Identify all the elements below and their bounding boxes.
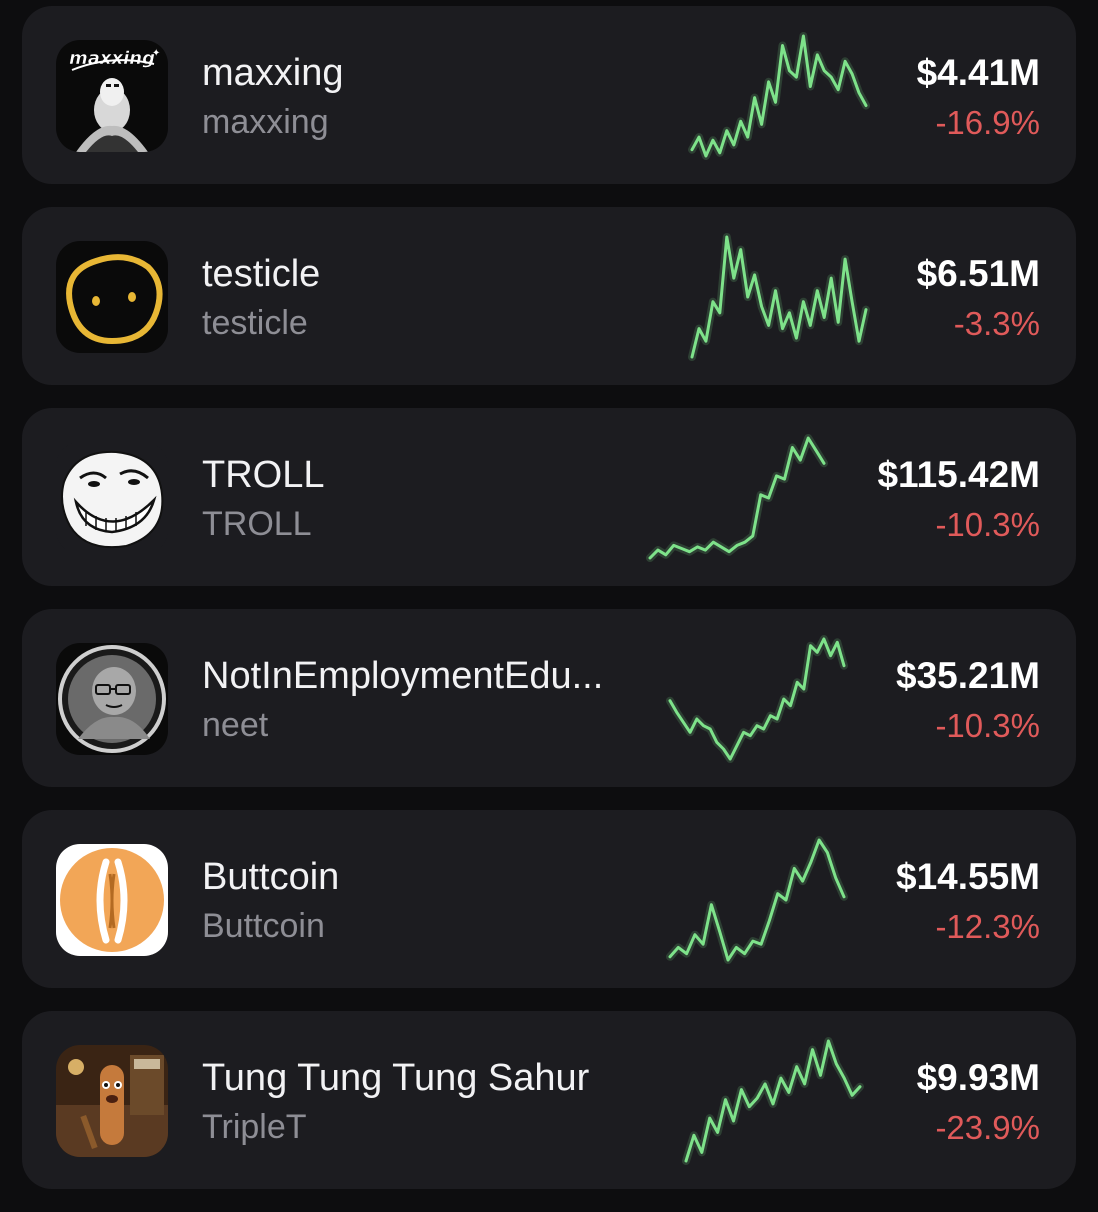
- price-sparkline: [684, 229, 874, 365]
- token-name: Tung Tung Tung Sahur: [202, 1057, 590, 1099]
- market-cap: $115.42M: [877, 454, 1040, 495]
- price-change: -12.3%: [935, 908, 1040, 945]
- token-row-troll[interactable]: TROLL TROLL $115.42M -10.3%: [22, 408, 1076, 586]
- token-name: Buttcoin: [202, 856, 340, 898]
- potato-face-icon: [56, 241, 168, 353]
- price-change: -23.9%: [935, 1109, 1040, 1146]
- price-change: -10.3%: [935, 506, 1040, 543]
- token-name: testicle: [202, 253, 321, 295]
- market-cap: $9.93M: [916, 1057, 1040, 1098]
- token-row-neet[interactable]: NotInEmploymentEdu... neet $35.21M -10.3…: [22, 609, 1076, 787]
- price-sparkline: [662, 631, 852, 767]
- market-cap: $6.51M: [916, 253, 1040, 294]
- token-ticker: maxxing: [202, 103, 329, 141]
- token-name: maxxing: [202, 52, 344, 94]
- maxxing-logo-icon: maxxing ✦: [56, 40, 168, 152]
- sparkline-line: [668, 637, 846, 761]
- token-name: TROLL: [202, 454, 325, 496]
- sparkline-line: [684, 1039, 862, 1163]
- price-sparkline: [662, 832, 852, 968]
- price-sparkline: [642, 430, 832, 566]
- troll-face-icon: [56, 442, 168, 554]
- token-row-maxxing[interactable]: maxxing ✦ maxxing maxxing $4.41M -16.9%: [22, 6, 1076, 184]
- price-change: -16.9%: [935, 104, 1040, 141]
- bald-man-avatar-icon: [56, 643, 168, 755]
- market-cap: $14.55M: [896, 856, 1040, 897]
- token-list: maxxing ✦ maxxing maxxing $4.41M -16.9% …: [22, 6, 1076, 1212]
- token-row-testicle[interactable]: testicle testicle $6.51M -3.3%: [22, 207, 1076, 385]
- token-name: NotInEmploymentEdu...: [202, 655, 604, 697]
- buttcoin-logo-icon: [56, 844, 168, 956]
- market-cap: $35.21M: [896, 655, 1040, 696]
- svg-text:✦: ✦: [152, 48, 160, 59]
- tung-tung-character-icon: [56, 1045, 168, 1157]
- sparkline-glow: [688, 32, 870, 160]
- price-change: -3.3%: [953, 305, 1040, 342]
- sparkline-glow: [666, 635, 848, 763]
- price-change: -10.3%: [935, 707, 1040, 744]
- market-cap: $4.41M: [916, 52, 1040, 93]
- token-ticker: Buttcoin: [202, 907, 325, 945]
- token-ticker: TROLL: [202, 505, 312, 543]
- price-sparkline: [684, 28, 874, 164]
- token-ticker: testicle: [202, 304, 308, 342]
- sparkline-line: [648, 436, 826, 560]
- price-sparkline: [678, 1033, 868, 1169]
- token-row-buttcoin[interactable]: Buttcoin Buttcoin $14.55M -12.3%: [22, 810, 1076, 988]
- token-ticker: neet: [202, 706, 269, 744]
- token-ticker: TripleT: [202, 1108, 307, 1146]
- token-row-tung-tung[interactable]: Tung Tung Tung Sahur TripleT $9.93M -23.…: [22, 1011, 1076, 1189]
